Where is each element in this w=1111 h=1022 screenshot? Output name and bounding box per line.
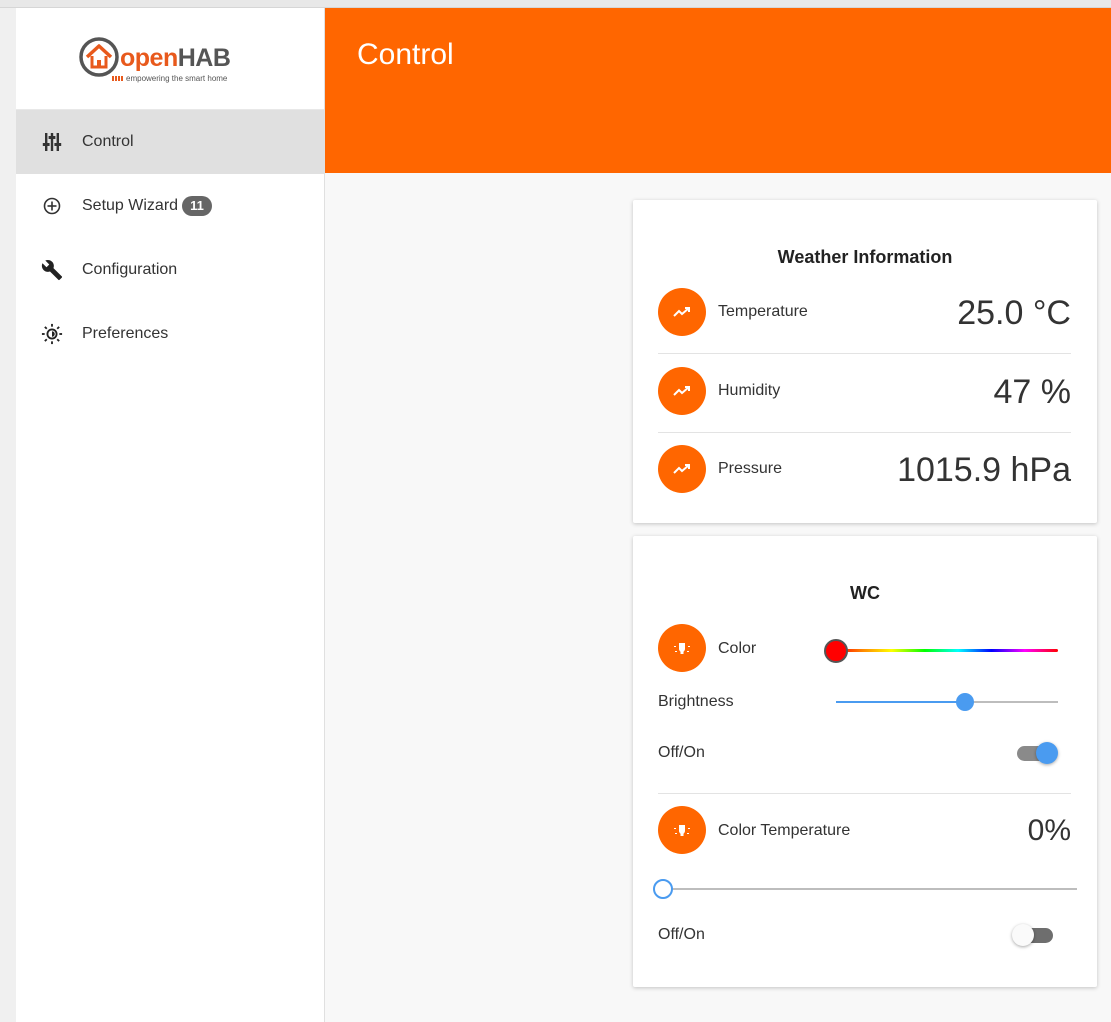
brightness-icon — [40, 322, 64, 346]
brightness-slider[interactable] — [836, 701, 1058, 703]
page-title: Control — [357, 38, 454, 71]
sidebar-item-label: Setup Wizard 11 — [82, 196, 213, 216]
row-value: 25.0 °C — [957, 294, 1071, 332]
row-label: Color Temperature — [718, 822, 851, 839]
lightbulb-icon — [658, 624, 706, 672]
divider — [658, 793, 1071, 794]
color-slider[interactable] — [836, 649, 1058, 652]
divider — [658, 353, 1071, 354]
logo-tagline: empowering the smart home — [112, 74, 227, 83]
left-gutter — [0, 8, 16, 1022]
sidebar-item-label: Configuration — [82, 261, 178, 278]
sidebar-item-label: Control — [82, 133, 134, 150]
openhab-logo-icon — [79, 37, 119, 77]
color-row: Color — [658, 624, 1071, 672]
sidebar-item-preferences[interactable]: Preferences — [16, 302, 325, 366]
trend-icon — [658, 288, 706, 336]
logo-wordmark: openHAB — [120, 44, 231, 72]
brightness-slider-knob[interactable] — [955, 693, 974, 711]
wc-card: WC Color Brightness Off/On Color Tempera… — [633, 536, 1097, 987]
row-value: 0% — [1027, 814, 1071, 847]
page-header: Control — [325, 8, 1111, 173]
sidebar-item-label: Preferences — [82, 325, 169, 342]
row-value: 47 % — [993, 373, 1072, 411]
row-label: Temperature — [718, 303, 808, 320]
row-value: 1015.9 hPa — [897, 451, 1071, 489]
divider — [658, 432, 1071, 433]
pressure-row[interactable]: Pressure 1015.9 hPa — [658, 445, 1071, 493]
trend-icon — [658, 445, 706, 493]
count-badge: 11 — [182, 196, 213, 216]
row-label: Color — [718, 640, 757, 657]
sliders-icon — [40, 130, 64, 154]
color-temperature-slider[interactable] — [663, 888, 1077, 890]
brightness-slider-fill — [836, 701, 965, 703]
humidity-row[interactable]: Humidity 47 % — [658, 367, 1071, 415]
power-toggle-knob[interactable] — [1036, 742, 1058, 764]
switch-label: Off/On — [658, 926, 705, 943]
add-circle-icon — [40, 194, 64, 218]
row-label: Humidity — [718, 382, 781, 399]
sidebar: openHAB empowering the smart home Contro… — [16, 8, 325, 1022]
wrench-icon — [40, 258, 64, 282]
temperature-row[interactable]: Temperature 25.0 °C — [658, 288, 1071, 336]
row-label: Pressure — [718, 460, 783, 477]
lightbulb-icon — [658, 806, 706, 854]
power-toggle-knob[interactable] — [1012, 924, 1034, 946]
weather-card: Weather Information Temperature 25.0 °C … — [633, 200, 1097, 523]
logo[interactable]: openHAB empowering the smart home — [16, 8, 324, 110]
brightness-label: Brightness — [658, 693, 734, 710]
card-title: WC — [850, 583, 880, 603]
sidebar-item-configuration[interactable]: Configuration — [16, 238, 325, 302]
color-temperature-row: Color Temperature 0% — [658, 806, 1071, 854]
trend-icon — [658, 367, 706, 415]
switch-label: Off/On — [658, 744, 705, 761]
color-temperature-slider-knob[interactable] — [653, 879, 673, 899]
sidebar-item-setup-wizard[interactable]: Setup Wizard 11 — [16, 174, 325, 238]
browser-top-strip — [0, 0, 1111, 8]
sidebar-item-control[interactable]: Control — [16, 110, 325, 174]
card-title: Weather Information — [777, 247, 953, 267]
color-slider-knob[interactable] — [824, 639, 848, 663]
